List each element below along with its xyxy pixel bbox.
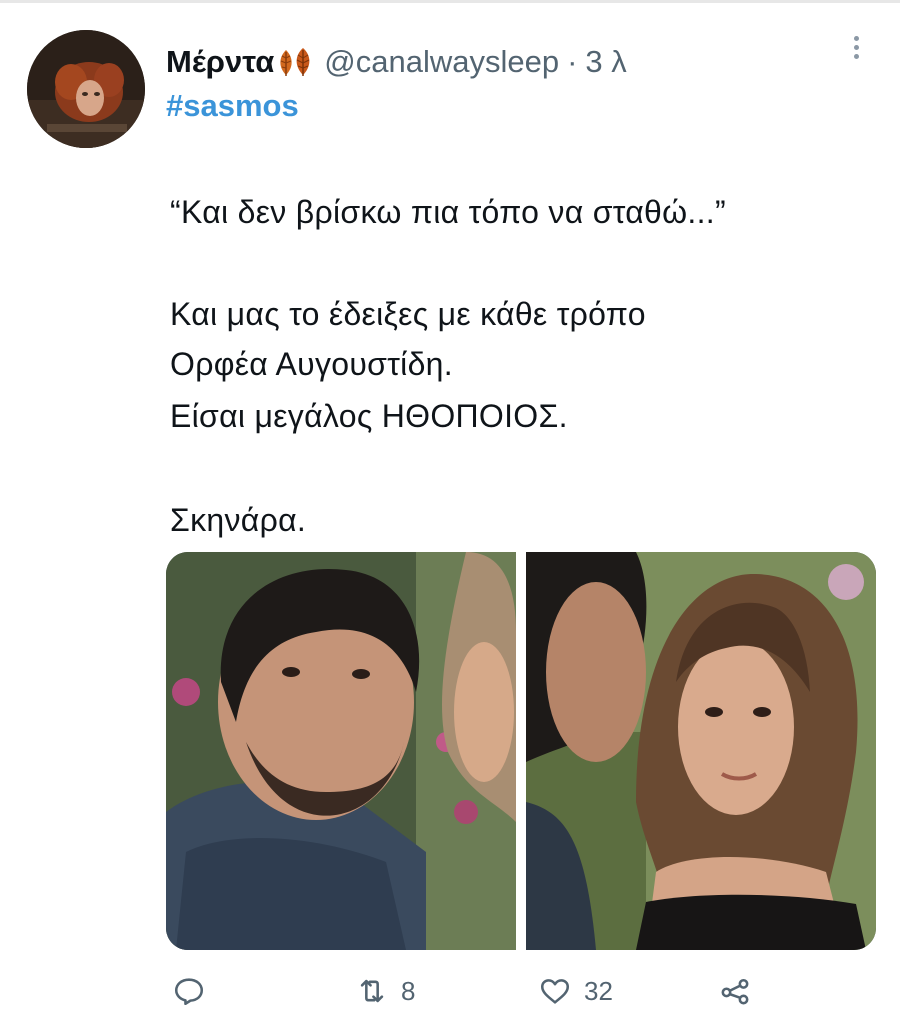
reply-button[interactable] (172, 974, 206, 1008)
heart-icon (540, 979, 570, 1004)
share-button[interactable] (718, 974, 752, 1008)
avatar-image (27, 30, 145, 148)
tweet-line: Είσαι μεγάλος ΗΘΟΠΟΙΟΣ. (170, 398, 568, 434)
like-button[interactable]: 32 (538, 974, 613, 1008)
reply-icon (174, 978, 204, 1006)
tweet-line: Και μας το έδειξες με κάθε τρόπο (170, 296, 646, 332)
tweet-line: Ορφέα Αυγουστίδη. (170, 346, 453, 382)
media-image-right[interactable] (526, 552, 876, 950)
like-count: 32 (584, 975, 613, 1006)
tweet-line: Σκηνάρα. (170, 502, 307, 538)
tweet-actions: 8 32 (0, 968, 900, 1022)
media-image-left[interactable] (166, 552, 516, 950)
retweet-icon (360, 979, 384, 1003)
avatar[interactable] (27, 30, 145, 148)
retweet-count: 8 (401, 975, 416, 1006)
share-icon (721, 978, 749, 1005)
retweet-button[interactable]: 8 (355, 974, 415, 1008)
tweet-line: “Και δεν βρίσκω πια τόπο να σταθώ...” (170, 194, 726, 230)
